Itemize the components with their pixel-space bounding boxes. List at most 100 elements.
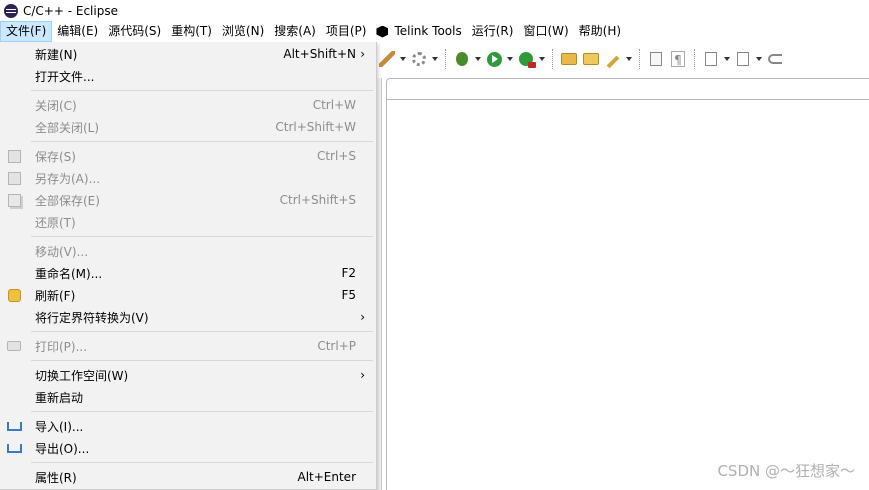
menu-item-new[interactable]: 新建(N) Alt+Shift+N › (0, 43, 376, 65)
editor-area[interactable] (386, 99, 869, 490)
toolbar-separator (445, 49, 446, 69)
prev-annotation-dropdown[interactable] (754, 48, 764, 70)
menu-search[interactable]: 搜索(A) (269, 21, 321, 42)
save-all-icon (6, 192, 22, 208)
menu-item-label: 属性(R) (35, 470, 77, 485)
menu-source[interactable]: 源代码(S) (103, 21, 166, 42)
open-type-button[interactable] (580, 48, 602, 70)
refresh-icon (6, 287, 22, 303)
menu-item-move[interactable]: 移动(V)... (0, 240, 376, 262)
menu-item-shortcut: Ctrl+P (317, 339, 356, 353)
menu-item-label: 打开文件... (35, 69, 95, 84)
menu-item-shortcut: Ctrl+Shift+S (279, 193, 356, 207)
debug-button[interactable] (451, 48, 473, 70)
menu-item-shortcut: F2 (341, 266, 356, 280)
toggle-mark-dropdown[interactable] (624, 48, 634, 70)
word-wrap-button[interactable] (645, 48, 667, 70)
back-button[interactable] (764, 48, 786, 70)
menu-separator (31, 462, 373, 463)
menu-item-shortcut: Ctrl+W (312, 98, 356, 112)
open-folder-icon (561, 53, 577, 65)
external-tools-icon (519, 52, 536, 68)
title-bar: C/C++ - Eclipse (0, 0, 869, 21)
menu-item-rename[interactable]: 重命名(M)... F2 (0, 262, 376, 284)
next-annotation-dropdown[interactable] (722, 48, 732, 70)
back-arrow-icon (768, 54, 782, 64)
menu-help-label: 帮助(H) (578, 24, 622, 38)
menu-edit-label: 编辑(E) (57, 24, 99, 38)
menu-item-shortcut: Ctrl+S (316, 149, 356, 163)
menu-edit[interactable]: 编辑(E) (52, 21, 103, 42)
menu-run[interactable]: 运行(R) (467, 21, 519, 42)
prev-annotation-button[interactable] (732, 48, 754, 70)
file-menu-dropdown: 新建(N) Alt+Shift+N › 打开文件... 关闭(C) Ctrl+W… (0, 42, 377, 490)
build-config-dropdown[interactable] (430, 48, 440, 70)
menu-window[interactable]: 窗口(W) (518, 21, 573, 42)
menu-item-restart[interactable]: 重新启动 (0, 386, 376, 408)
editor-tab-strip (386, 78, 869, 100)
menu-file[interactable]: 文件(F) (0, 21, 53, 42)
show-whitespace-button[interactable]: ¶ (667, 48, 689, 70)
menu-separator (31, 90, 373, 91)
menu-telink-label: Telink Tools (394, 24, 462, 38)
menu-item-save-all[interactable]: 全部保存(E) Ctrl+Shift+S (0, 189, 376, 211)
menu-help[interactable]: 帮助(H) (574, 21, 626, 42)
window-title: C/C++ - Eclipse (23, 3, 118, 18)
menu-item-save[interactable]: 保存(S) Ctrl+S (0, 145, 376, 167)
menu-separator (31, 411, 373, 412)
bug-icon (456, 52, 468, 66)
menu-item-shortcut: F5 (341, 288, 356, 302)
menu-item-label: 导出(O)... (35, 441, 90, 456)
hammer-icon (379, 51, 395, 67)
menu-navigate[interactable]: 浏览(N) (217, 21, 269, 42)
menu-item-convert-line-delimiters[interactable]: 将行定界符转换为(V) › (0, 306, 376, 328)
build-dropdown[interactable] (398, 48, 408, 70)
menu-item-import[interactable]: 导入(I)... (0, 415, 376, 437)
debug-dropdown[interactable] (473, 48, 483, 70)
menu-item-print[interactable]: 打印(P)... Ctrl+P (0, 335, 376, 357)
next-annotation-button[interactable] (700, 48, 722, 70)
menu-item-save-as[interactable]: 另存为(A)... (0, 167, 376, 189)
toolbar-separator (694, 49, 695, 69)
menu-item-open-file[interactable]: 打开文件... (0, 65, 376, 87)
menu-item-export[interactable]: 导出(O)... (0, 437, 376, 459)
menu-item-refresh[interactable]: 刷新(F) F5 (0, 284, 376, 306)
menu-item-label: 还原(T) (35, 215, 76, 230)
menu-project-label: 项目(P) (325, 24, 367, 38)
external-tools-button[interactable] (515, 48, 537, 70)
build-config-button[interactable] (408, 48, 430, 70)
next-annotation-icon (705, 52, 717, 66)
build-button[interactable] (376, 48, 398, 70)
menu-project[interactable]: 项目(P) (321, 21, 372, 42)
menu-item-label: 打印(P)... (35, 339, 88, 354)
run-button[interactable] (483, 48, 505, 70)
toggle-mark-button[interactable] (602, 48, 624, 70)
save-as-icon (6, 170, 22, 186)
print-icon (6, 338, 22, 354)
menu-refactor-label: 重构(T) (171, 24, 212, 38)
menu-item-properties[interactable]: 属性(R) Alt+Enter (0, 466, 376, 488)
menu-item-label: 新建(N) (35, 47, 78, 62)
save-icon (6, 148, 22, 164)
menu-separator (31, 360, 373, 361)
menu-item-label: 关闭(C) (35, 98, 77, 113)
menu-window-label: 窗口(W) (523, 24, 569, 38)
submenu-arrow-icon: › (360, 368, 365, 382)
menu-item-switch-workspace[interactable]: 切换工作空间(W) › (0, 364, 376, 386)
export-icon (6, 440, 22, 456)
menu-item-label: 重命名(M)... (35, 266, 103, 281)
open-element-button[interactable] (558, 48, 580, 70)
external-tools-dropdown[interactable] (537, 48, 547, 70)
menu-telink-tools[interactable]: Telink Tools (371, 21, 466, 42)
menu-bar: 文件(F) 编辑(E) 源代码(S) 重构(T) 浏览(N) 搜索(A) 项目(… (0, 21, 869, 42)
menu-item-label: 刷新(F) (35, 288, 76, 303)
run-dropdown[interactable] (505, 48, 515, 70)
menu-item-close-all[interactable]: 全部关闭(L) Ctrl+Shift+W (0, 116, 376, 138)
eclipse-logo-icon (4, 3, 18, 18)
folder-icon (583, 53, 599, 65)
menu-item-revert[interactable]: 还原(T) (0, 211, 376, 233)
import-icon (6, 418, 22, 434)
menu-refactor[interactable]: 重构(T) (166, 21, 217, 42)
menu-item-close[interactable]: 关闭(C) Ctrl+W (0, 94, 376, 116)
menu-item-label: 全部保存(E) (35, 193, 100, 208)
